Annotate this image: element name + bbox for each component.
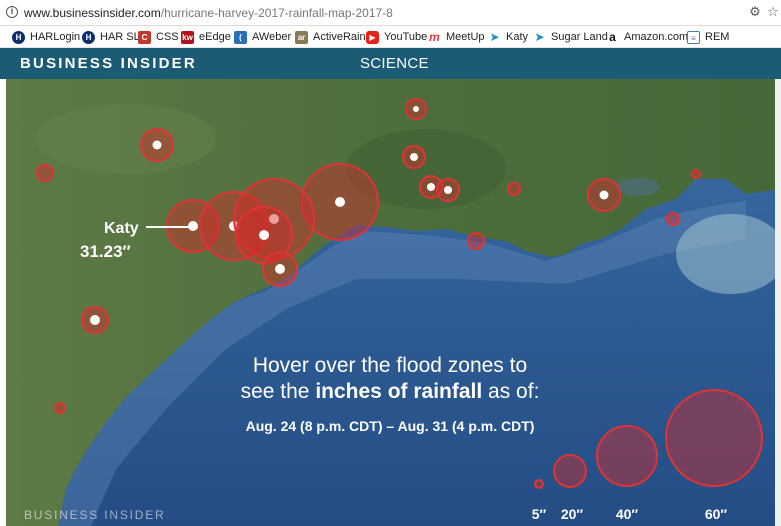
bookmark-rem[interactable]: ≡ REM	[687, 29, 729, 45]
zone-dot	[259, 230, 269, 240]
site-header: BUSINESS INSIDER SCIENCE	[0, 48, 781, 79]
instruction-line1: Hover over the flood zones to	[253, 354, 527, 377]
bookmark-star-icon[interactable]: ☆	[766, 5, 780, 19]
kw-icon: kw	[181, 30, 194, 44]
scrollbar[interactable]	[775, 79, 781, 526]
legend-label-20: 20″	[561, 506, 584, 522]
css-icon: C	[138, 30, 151, 44]
lake	[616, 178, 660, 196]
amazon-icon: a	[609, 29, 616, 44]
bookmark-harlogin[interactable]: H HARLogin	[12, 29, 80, 45]
instruction-line2: see the inches of rainfall as of:	[241, 380, 540, 403]
flood-zone[interactable]	[36, 164, 54, 182]
map-canvas: Katy 31.23″ Hover over the flood zones t…	[6, 79, 781, 526]
legend-circle-40	[596, 425, 658, 487]
address-bar[interactable]: i www.businessinsider.com/hurricane-harv…	[0, 0, 781, 26]
bookmark-activerain[interactable]: ar ActiveRain	[295, 29, 366, 45]
watermark: BUSINESS INSIDER	[24, 508, 166, 522]
delta-shoal	[676, 214, 781, 294]
date-range: Aug. 24 (8 p.m. CDT) – Aug. 31 (4 p.m. C…	[246, 418, 535, 434]
har-icon: H	[82, 30, 95, 44]
site-logo[interactable]: BUSINESS INSIDER	[20, 55, 197, 72]
url-domain: www.businessinsider.com	[24, 6, 161, 20]
legend-label-5: 5″	[532, 506, 547, 522]
zone-dot	[275, 264, 285, 274]
legend-label-60: 60″	[705, 506, 728, 522]
info-icon[interactable]: i	[6, 6, 18, 18]
bookmark-youtube[interactable]: ▶ YouTube	[366, 29, 427, 45]
url-path: /hurricane-harvey-2017-rainfall-map-2017…	[160, 6, 393, 20]
bookmark-css[interactable]: C CSS	[138, 29, 179, 45]
zone-dot	[152, 140, 162, 150]
callout-value: 31.23″	[80, 242, 131, 261]
bookmark-katy[interactable]: ➤ Katy	[488, 29, 528, 45]
bookmark-sugar-land[interactable]: ➤ Sugar Land	[533, 29, 607, 45]
bookmark-har-sl[interactable]: H HAR SL	[82, 29, 140, 45]
har-icon: H	[12, 30, 25, 44]
zone-dot	[90, 315, 100, 325]
flood-zone[interactable]	[507, 182, 521, 196]
bookmark-amazon[interactable]: a Amazon.com	[606, 29, 688, 45]
bookmark-aweber[interactable]: (AWeber	[234, 29, 291, 45]
callout-city: Katy	[104, 220, 139, 237]
legend-circle-60	[665, 389, 763, 487]
legend-circle-5	[534, 479, 544, 489]
legend-circle-20	[553, 454, 587, 488]
flood-zone[interactable]	[691, 169, 701, 179]
field-patch	[36, 104, 216, 174]
zone-dot	[410, 153, 418, 161]
feather-icon: ➤	[534, 29, 545, 44]
aweber-icon: (	[234, 30, 247, 44]
feather-icon: ➤	[489, 29, 500, 44]
doc-icon: ≡	[687, 30, 700, 44]
bookmarks-bar: H HARLogin H HAR SL C CSS kw eEdge (AWeber a…	[0, 26, 781, 48]
flood-zone[interactable]	[54, 402, 66, 414]
rainfall-map[interactable]: Katy 31.23″ Hover over the flood zones t…	[6, 79, 781, 526]
zone-dot	[427, 183, 435, 191]
zone-dot	[599, 190, 609, 200]
bookmark-eedge[interactable]: kw eEdge	[181, 29, 231, 45]
section-title[interactable]: SCIENCE	[360, 55, 429, 72]
legend-label-40: 40″	[616, 506, 639, 522]
bookmark-meetup[interactable]: m MeetUp	[428, 29, 484, 45]
flood-zone[interactable]	[467, 232, 485, 250]
url-text[interactable]: www.businessinsider.com/hurricane-harvey…	[24, 6, 393, 20]
zone-dot	[413, 106, 419, 112]
activerain-icon: ar	[295, 30, 308, 44]
zone-dot	[188, 221, 198, 231]
flood-zone[interactable]	[666, 212, 680, 226]
zone-dot	[335, 197, 345, 207]
zone-dot	[444, 186, 452, 194]
extension-icon[interactable]: ⚙	[748, 5, 762, 19]
meetup-icon: m	[429, 29, 440, 44]
youtube-icon: ▶	[366, 30, 379, 44]
